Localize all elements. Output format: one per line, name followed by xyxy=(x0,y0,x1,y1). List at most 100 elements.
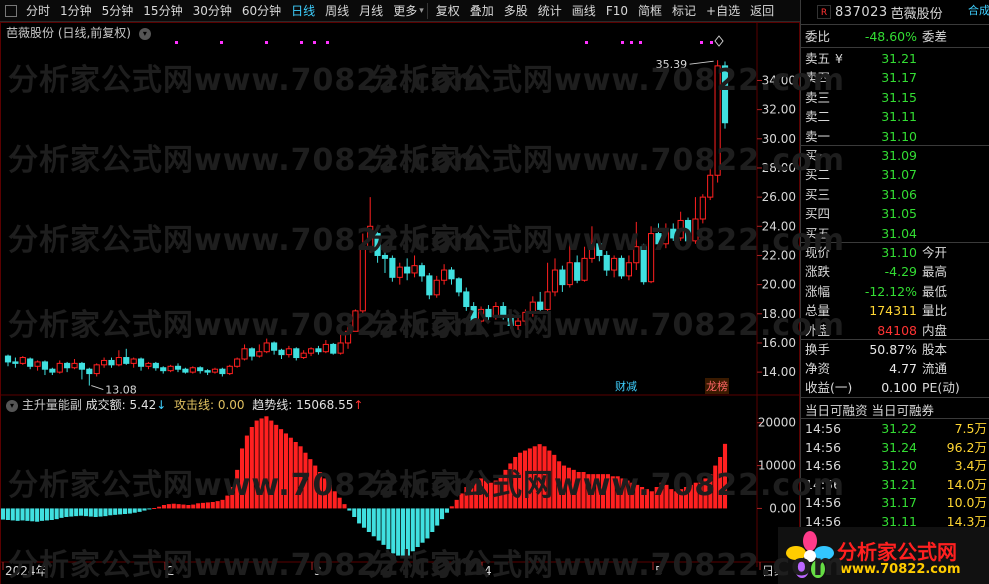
volume-bar xyxy=(586,474,591,509)
period-tab[interactable]: 30分钟 xyxy=(188,0,237,22)
candle-body xyxy=(396,266,403,278)
volume-bar xyxy=(596,474,601,509)
period-tab[interactable]: 5分钟 xyxy=(97,0,139,22)
divider xyxy=(801,47,989,48)
volume-bar xyxy=(688,484,693,509)
attack-value: 0.00 xyxy=(217,398,245,412)
marker-dragon-list[interactable]: 龙榜 xyxy=(705,378,729,394)
chevron-down-icon[interactable]: ▾ xyxy=(138,28,151,40)
toolbar-button[interactable]: 标记 xyxy=(667,0,701,22)
volume-bar xyxy=(610,476,615,509)
tool-buttons: 复权 叠加 多股 统计 画线 F10 简框 标记 +自选 返回 xyxy=(431,0,779,22)
toggle-square-icon[interactable] xyxy=(5,4,17,17)
trade-tick-row: 14:56 31.17 10.0万 xyxy=(801,494,989,512)
candle-body xyxy=(463,291,470,307)
divider xyxy=(801,418,989,419)
period-tab[interactable]: 15分钟 xyxy=(138,0,187,22)
volume-bar xyxy=(69,508,74,517)
volume-bar xyxy=(30,508,35,522)
toolbar-divider xyxy=(426,2,428,19)
volume-bar xyxy=(220,499,225,509)
period-tab[interactable]: 日线 xyxy=(286,0,320,22)
margin-header[interactable]: 当日可融资 当日可融券 xyxy=(805,400,934,419)
volume-bar xyxy=(186,505,191,509)
toolbar-button[interactable]: 画线 xyxy=(567,0,601,22)
candle-body xyxy=(115,357,122,366)
tick-volume: 7.5万 xyxy=(954,421,987,436)
period-tab[interactable]: 1分钟 xyxy=(55,0,97,22)
trade-tick-row: 14:56 31.20 3.4万 xyxy=(801,457,989,475)
y-tick-label: 20.00 xyxy=(762,278,796,292)
candle-body xyxy=(404,266,411,274)
volume-bar xyxy=(640,487,645,509)
volume-bar xyxy=(674,491,679,509)
toolbar-button[interactable]: 统计 xyxy=(533,0,567,22)
x-tick-label: 3 xyxy=(314,564,322,578)
marker-financial[interactable]: 财减 xyxy=(615,378,637,394)
buy-level-label: 买二 xyxy=(805,167,831,183)
kline-chart[interactable]: 34.0032.0030.0028.0026.0024.0022.0020.00… xyxy=(0,22,800,584)
volume-bar xyxy=(171,503,176,509)
candle-body xyxy=(359,247,366,312)
candle-body xyxy=(647,233,655,283)
stat-row-value: 84108 xyxy=(877,322,917,338)
period-tab[interactable]: 60分钟 xyxy=(237,0,286,22)
volume-bar xyxy=(371,508,376,537)
volume-bar xyxy=(337,497,342,509)
candle-body xyxy=(278,349,285,356)
candle-body xyxy=(611,257,618,271)
stat-row: 涨跌 -4.29 最高 xyxy=(801,262,989,281)
period-tab[interactable]: 更多 xyxy=(388,0,422,22)
stat-row-label: 涨幅 xyxy=(805,283,831,299)
candle-body xyxy=(411,265,418,274)
candle-body xyxy=(300,352,307,359)
diamond-icon xyxy=(714,35,724,47)
toolbar-button[interactable]: 叠加 xyxy=(465,0,499,22)
x-tick-label: 4 xyxy=(484,564,492,578)
y-tick-label: 28.00 xyxy=(762,161,796,175)
volume-bar xyxy=(479,478,484,509)
buy-level-value: 31.04 xyxy=(881,225,917,241)
candle-body xyxy=(41,361,49,370)
toolbar-button[interactable]: 返回 xyxy=(745,0,779,22)
candle-body xyxy=(714,65,721,176)
buy-level: 买一 31.09 xyxy=(801,146,989,165)
toolbar-button[interactable]: +自选 xyxy=(701,0,745,22)
volume-bar xyxy=(444,508,449,513)
chevron-down-icon[interactable]: ▾ xyxy=(6,400,18,412)
period-tab[interactable]: 周线 xyxy=(320,0,354,22)
composite-tag[interactable]: 合成 xyxy=(968,2,989,18)
period-tab[interactable]: 分时 xyxy=(21,0,55,22)
candle-body xyxy=(455,278,462,293)
toolbar-button[interactable]: 简框 xyxy=(633,0,667,22)
stat-row-label2: 内盘 xyxy=(922,322,948,338)
toolbar-button[interactable]: 多股 xyxy=(499,0,533,22)
y-tick-label: 18.00 xyxy=(762,307,796,321)
volume-bar xyxy=(327,484,332,509)
indicator-name: 主升量能副 xyxy=(21,398,82,412)
toolbar-button[interactable]: F10 xyxy=(601,0,633,22)
volume-bar xyxy=(118,508,123,515)
volume-bar xyxy=(518,452,523,509)
attack-label: 攻击线: xyxy=(173,398,215,412)
volume-bar xyxy=(166,504,171,509)
volume-bar xyxy=(313,465,318,509)
volume-bar xyxy=(279,429,284,509)
candle-body xyxy=(167,365,174,372)
volume-bar xyxy=(396,508,401,556)
volume-bar xyxy=(527,448,532,509)
candle-body xyxy=(189,367,196,373)
logo-url: www.70822.com xyxy=(840,562,961,577)
stat-row-value: -4.29 xyxy=(884,264,917,280)
volume-bar xyxy=(239,448,245,509)
volume-bar xyxy=(347,508,352,511)
toolbar-button[interactable]: 复权 xyxy=(431,0,465,22)
chevron-down-icon[interactable]: ▾ xyxy=(419,6,424,16)
buy-level-label: 买三 xyxy=(805,186,831,202)
candle-body xyxy=(145,362,152,367)
candle-body xyxy=(211,368,219,373)
volume-bar xyxy=(537,444,542,509)
stat-row-label2: 股本 xyxy=(922,342,948,357)
volume-bar xyxy=(152,508,157,509)
period-tab[interactable]: 月线 xyxy=(354,0,388,22)
